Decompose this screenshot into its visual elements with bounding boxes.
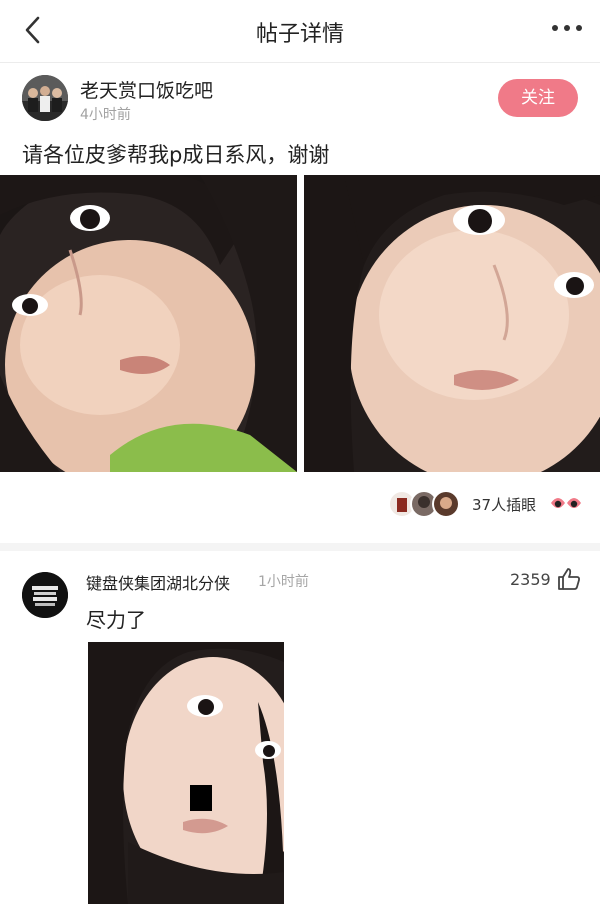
comment-like-count: 2359	[510, 570, 551, 589]
post-photo-2[interactable]	[304, 175, 600, 472]
post-text: 请各位皮爹帮我p成日系风，谢谢	[22, 143, 330, 167]
reactor-avatars[interactable]	[388, 490, 468, 518]
comment-text: 尽力了	[86, 608, 146, 632]
post-time: 4小时前	[80, 107, 131, 123]
comment-time: 1小时前	[258, 574, 309, 590]
author-name[interactable]: 老天赏口饭吃吧	[80, 76, 213, 103]
thumbs-up-icon[interactable]	[556, 566, 582, 592]
comment-photo[interactable]	[88, 642, 284, 904]
eyes-icon[interactable]	[549, 491, 583, 515]
author-avatar[interactable]	[22, 75, 68, 121]
follow-button[interactable]: 关注	[498, 79, 578, 117]
page-title: 帖子详情	[255, 22, 344, 47]
post-photo-1[interactable]	[0, 175, 297, 472]
commenter-avatar[interactable]	[22, 572, 68, 618]
section-divider	[0, 543, 600, 551]
reaction-count: 37人插眼	[472, 496, 537, 514]
commenter-name[interactable]: 键盘侠集团湖北分侠	[86, 570, 230, 594]
more-icon[interactable]	[550, 16, 584, 40]
top-bar: 帖子详情	[0, 0, 600, 63]
